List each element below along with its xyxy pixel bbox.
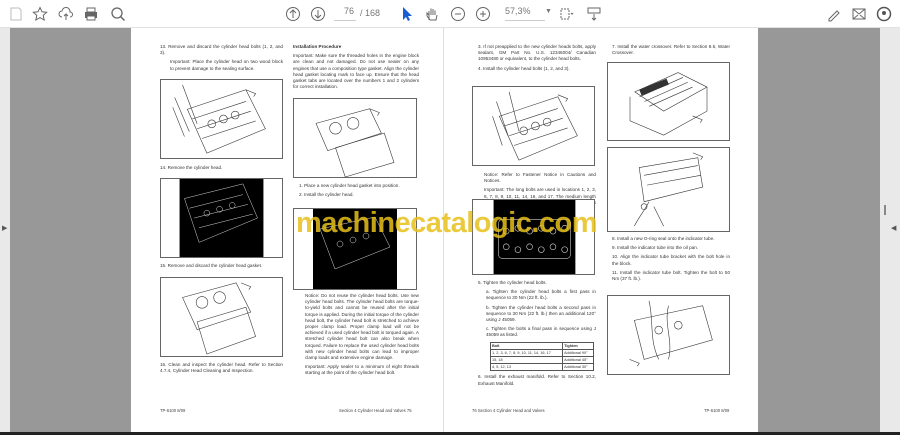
table-cell: Additional 45° (562, 356, 594, 365)
step-6: 6. Install the exhaust manifold. Refer t… (478, 374, 596, 386)
bookmark-star-icon[interactable] (30, 4, 50, 24)
left-gutter (10, 28, 131, 432)
page-total: / 168 (360, 8, 381, 18)
table-cell: 4, 5, 12, 13 (489, 363, 564, 372)
left-footer-doc-id: TP-6100 8/09 (160, 408, 186, 413)
engine-diagram-tube-bolt (607, 295, 730, 375)
engine-diagram-water-crossover (607, 62, 730, 141)
table-cell: Additional 30° (562, 363, 594, 372)
previous-page-icon[interactable] (283, 4, 303, 24)
steps-1-2: 1. Place a new cylinder head gasket into… (299, 183, 419, 201)
step-7: 7. Install the water crossover. Refer to… (612, 44, 730, 56)
engine-diagram-gasket (160, 277, 283, 357)
step-13: 13. Remove and discard the cylinder head… (160, 44, 283, 56)
step-4: 4. Install the cylinder head bolts (1, 2… (478, 65, 570, 71)
notice-fastener: Notice: Refer to Fastener Notice in Caut… (484, 172, 596, 184)
important-sealer: Important: Apply sealer to a minimum of … (305, 364, 419, 376)
page-number-input[interactable]: 76 (334, 6, 356, 21)
table-cell: 1, 2, 3, 6, 7, 8, 9, 10, 11, 14, 16, 17 (489, 348, 564, 358)
torque-table: Bolt Tighten 1, 2, 3, 6, 7, 8, 9, 10, 11,… (489, 341, 594, 372)
save-icon[interactable] (6, 4, 26, 24)
zoom-level-input[interactable]: 57,3% (505, 6, 545, 21)
step-5c: c. Tighten the bolts a final pass in seq… (486, 326, 596, 338)
scroll-mode-icon[interactable] (584, 4, 604, 24)
right-gutter (758, 28, 880, 432)
step-5a: a. Tighten the cylinder head bolts a fir… (486, 289, 596, 301)
step-11: 11. Install the indicator tube bolt. Tig… (612, 269, 730, 282)
left-footer-section: Section 4 Cylinder Head and Valves 75 (339, 408, 412, 413)
step-10: 10. Align the indicator tube bracket wit… (612, 254, 730, 266)
step-16: 16. Clean and inspect the cylinder head.… (160, 362, 283, 374)
step-2: 2. Install the cylinder head. (299, 192, 354, 198)
email-icon[interactable] (849, 4, 869, 24)
notice-reuse-bolts: Notice: Do not reuse the cylinder head b… (305, 293, 419, 361)
zoom-dropdown-caret-icon[interactable]: ▼ (545, 8, 552, 15)
hand-tool-icon[interactable] (422, 4, 442, 24)
installation-important: Important: Make sure the threaded holes … (293, 53, 419, 90)
right-footer-section: 76 Section 4 Cylinder Head and Valves (472, 408, 545, 413)
engine-photo-cylinder-head (160, 178, 283, 258)
zoom-in-icon[interactable] (473, 4, 493, 24)
expand-left-panel-icon[interactable]: ▶ (2, 224, 7, 232)
step-3: 3. If not preapplied to the new cylinder… (478, 44, 596, 62)
engine-diagram-indicator-tube (607, 147, 730, 232)
next-page-icon[interactable] (308, 4, 328, 24)
engine-diagram-install-bolts (472, 86, 595, 166)
expand-right-panel-icon[interactable]: ◀ (891, 224, 896, 232)
print-icon[interactable] (81, 4, 101, 24)
sign-pen-icon[interactable] (824, 4, 844, 24)
table-header-tighten: Tighten (562, 341, 594, 350)
table-cell: Additional 90° (562, 348, 594, 358)
watermark: machinecatalogic.com (296, 207, 598, 239)
left-page-column-1: 13. Remove and discard the cylinder head… (160, 44, 283, 75)
account-icon[interactable] (874, 4, 894, 24)
step-5: 5. Tighten the cylinder head bolts. (478, 280, 547, 285)
table-cell: 15, 18 (489, 356, 564, 365)
step-13-note: Important: Place the cylinder head on tw… (170, 59, 283, 71)
step-9: 9. Install the indicator tube into the o… (612, 245, 699, 251)
step-1: 1. Place a new cylinder head gasket into… (299, 183, 400, 188)
right-page-column-1: 3. If not preapplied to the new cylinder… (478, 44, 596, 75)
toolbar: 76 / 168 57,3% ▼ (0, 0, 900, 28)
zoom-out-icon[interactable] (448, 4, 468, 24)
right-footer-doc-id: TP-6100 8/09 (704, 408, 730, 413)
engine-diagram-gasket-position (293, 98, 417, 178)
step-14-wrap: 14. Remove the cylinder head. (160, 165, 283, 174)
step-5b: b. Tighten the cylinder head bolts a sec… (486, 304, 596, 323)
step-15: 15. Remove and discard the cylinder head… (160, 263, 263, 268)
steps-8-11: 8. Install a new O-ring seal onto the in… (612, 236, 730, 285)
upload-cloud-icon[interactable] (56, 4, 76, 24)
page-fit-icon[interactable] (556, 4, 576, 24)
left-page-notices: Notice: Do not reuse the cylinder head b… (305, 293, 419, 380)
table-header-bolt: Bolt (489, 341, 564, 350)
table-row: 1, 2, 3, 6, 7, 8, 9, 10, 11, 14, 16, 17 A… (489, 348, 594, 358)
tighten-steps: 5. Tighten the cylinder head bolts. a. T… (478, 280, 596, 390)
scrollbar-thumb[interactable] (884, 205, 886, 215)
left-page-column-2: Installation Procedure Important: Make s… (293, 44, 419, 93)
step-14: 14. Remove the cylinder head. (160, 165, 223, 170)
installation-procedure-heading: Installation Procedure (293, 44, 342, 49)
right-page-column-2: 7. Install the water crossover. Refer to… (612, 44, 730, 59)
table-row: 4, 5, 12, 13 Additional 30° (489, 363, 594, 372)
table-row: 15, 18 Additional 45° (489, 356, 594, 365)
step-8: 8. Install a new O-ring seal onto the in… (612, 236, 715, 241)
engine-diagram-bolts-removal (160, 79, 283, 159)
step-15-wrap: 15. Remove and discard the cylinder head… (160, 263, 283, 272)
step-16-wrap: 16. Clean and inspect the cylinder head.… (160, 362, 283, 377)
select-cursor-icon[interactable] (397, 4, 417, 24)
search-icon[interactable] (108, 4, 128, 24)
